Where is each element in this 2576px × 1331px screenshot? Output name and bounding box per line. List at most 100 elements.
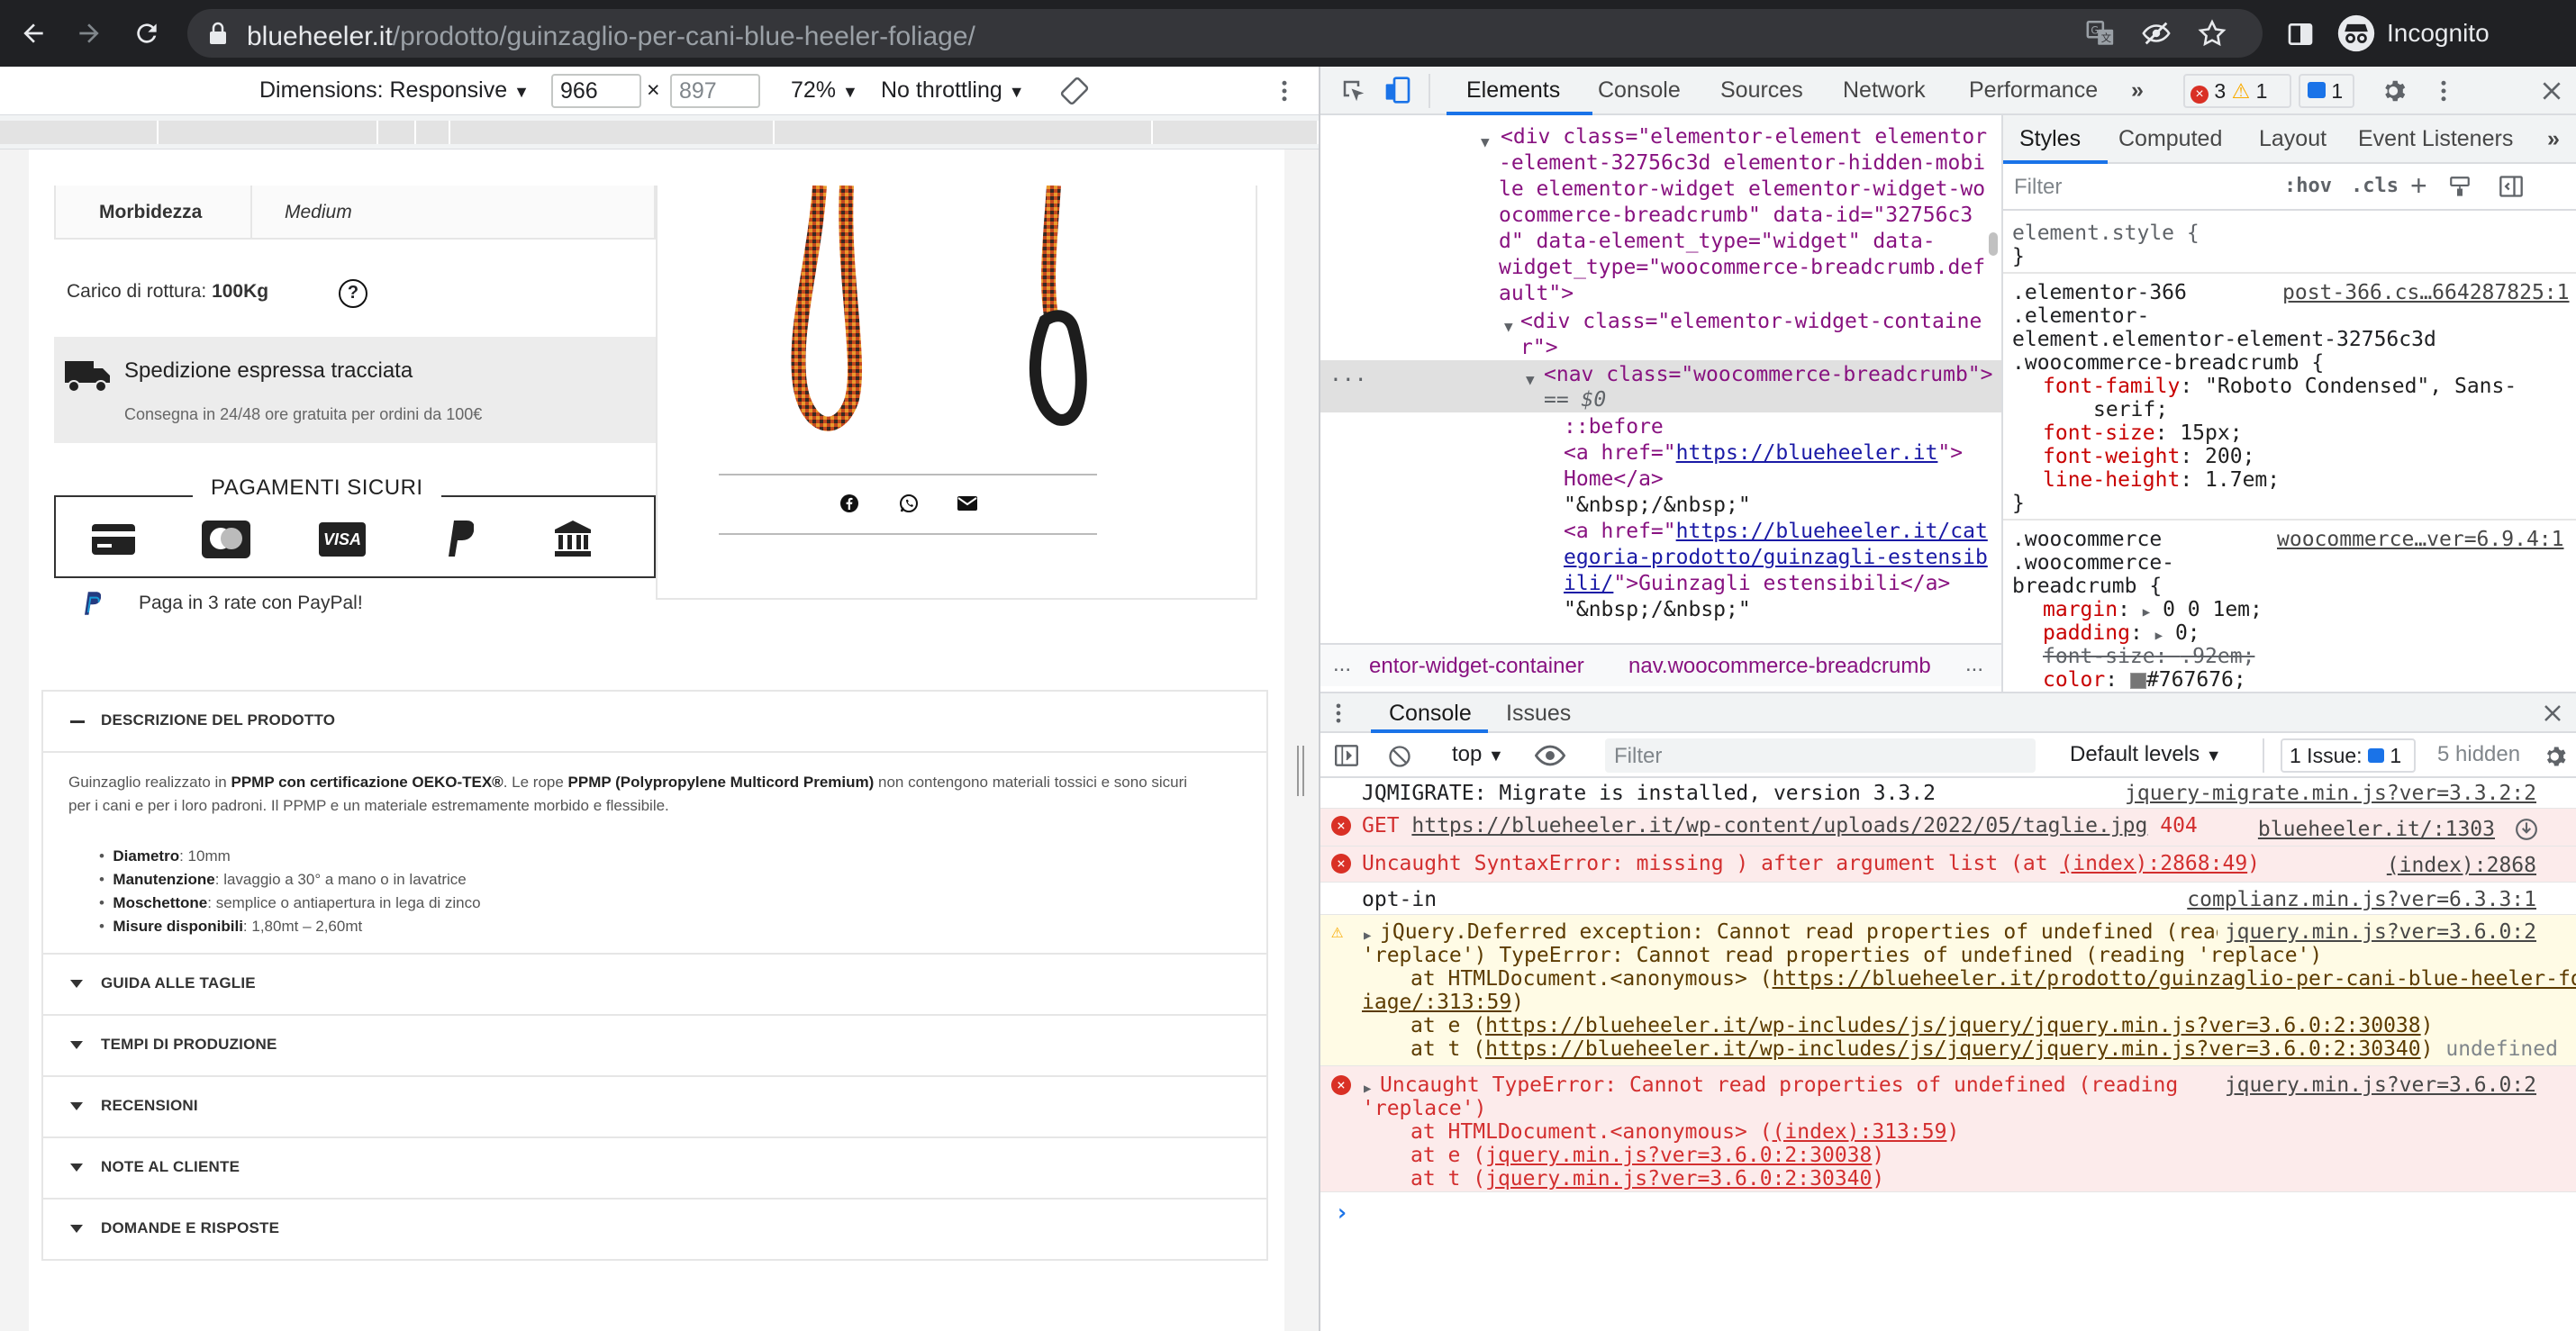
ruler-segment[interactable] — [1153, 121, 1319, 144]
dom-node-text[interactable]: widget_type="woocommerce-breadcrumb.def — [1499, 255, 1985, 281]
console-log-message[interactable]: opt-in complianz.min.js?ver=6.3.3:1 — [1320, 883, 2576, 915]
rule-selector[interactable]: element.elementor-element-32756c3d — [2012, 328, 2436, 351]
description-header[interactable]: DESCRIZIONE DEL PRODOTTO — [43, 692, 1266, 753]
hov-toggle[interactable]: :hov — [2284, 175, 2332, 197]
console-prompt[interactable]: › — [1335, 1200, 1349, 1227]
tab-layout[interactable]: Layout — [2259, 126, 2327, 152]
dom-node-div[interactable]: <div class="elementor-element elementor — [1501, 124, 1987, 150]
tab-styles[interactable]: Styles — [2019, 126, 2081, 152]
frame-link[interactable]: jquery.min.js?ver=3.6.0:2:30340 — [1485, 1167, 1872, 1191]
paint-brush-icon[interactable] — [2448, 175, 2472, 198]
console-error-message[interactable]: × ▶ Uncaught TypeError: Cannot read prop… — [1320, 1066, 2576, 1192]
toggle-sidebar-icon[interactable] — [2499, 175, 2524, 198]
accordion-reviews[interactable]: RECENSIONI — [41, 1077, 1268, 1138]
dom-node-pseudo[interactable]: ::before — [1564, 414, 1664, 440]
devtools-more-icon[interactable] — [2437, 77, 2450, 104]
rule-selector[interactable]: .elementor-366 — [2012, 281, 2187, 304]
dom-node-anchor-home[interactable]: <a href="https://blueheeler.it"> — [1564, 440, 1963, 466]
accordion-size-guide[interactable]: GUIDA ALLE TAGLIE — [41, 955, 1268, 1016]
styles-filter-input[interactable]: Filter — [2014, 175, 2062, 200]
log-source-link[interactable]: jquery.min.js?ver=3.6.0:2 — [2217, 920, 2536, 944]
style-property-line-height[interactable]: line-height: 1.7em; — [2043, 468, 2280, 492]
rule-selector[interactable]: breadcrumb { — [2012, 575, 2162, 598]
dom-node-div-container[interactable]: <div class="elementor-widget-containe — [1520, 309, 1982, 335]
frame-link[interactable]: https://blueheeler.it/wp-includes/js/jqu… — [1485, 1037, 2421, 1061]
console-settings-gear-icon[interactable] — [2544, 744, 2569, 769]
ruler-segment[interactable] — [159, 121, 378, 144]
side-panel-button[interactable] — [2282, 16, 2318, 52]
node-actions-ellipsis[interactable]: ... — [1329, 362, 1367, 388]
dom-node-text[interactable]: -element-32756c3d elementor-hidden-mobi — [1499, 150, 1985, 177]
width-input[interactable]: 966 — [551, 74, 641, 108]
console-warning-message[interactable]: ⚠ ▶ jQuery.Deferred exception: Cannot re… — [1320, 915, 2576, 1066]
tab-performance[interactable]: Performance — [1969, 77, 2098, 104]
ruler-segment[interactable] — [416, 121, 450, 144]
ruler-segment[interactable] — [0, 121, 159, 144]
address-bar[interactable]: blueheeler.it/prodotto/guinzaglio-per-ca… — [187, 9, 2263, 58]
mail-icon[interactable] — [957, 495, 978, 512]
style-property-font-size[interactable]: font-size: 15px; — [2043, 421, 2243, 445]
style-property-font-size-overridden[interactable]: font-size: .92em; — [2043, 645, 2254, 668]
frame-link[interactable]: (index):313:59 — [1773, 1120, 1947, 1144]
frame-link[interactable]: https://blueheeler.it/wp-includes/js/jqu… — [1485, 1014, 2421, 1037]
dom-node-anchor-category[interactable]: <a href="https://blueheeler.it/cat — [1564, 519, 1988, 545]
log-url-link[interactable]: https://blueheeler.it/wp-content/uploads… — [1411, 814, 2147, 838]
tracking-blocked-button[interactable] — [2138, 15, 2174, 51]
log-levels-dropdown[interactable]: Default levels ▼ — [2070, 742, 2222, 767]
tab-network[interactable]: Network — [1843, 77, 1926, 104]
tab-console[interactable]: Console — [1598, 77, 1681, 104]
rule-selector[interactable]: .woocommerce-breadcrumb { — [2012, 351, 2324, 375]
context-selector[interactable]: top ▼ — [1452, 742, 1504, 767]
style-property-color[interactable]: color: #767676; — [2043, 668, 2246, 692]
rule-selector[interactable]: .woocommerce- — [2012, 551, 2174, 575]
console-filter-input[interactable]: Filter — [1605, 738, 2036, 773]
network-request-icon[interactable] — [2515, 818, 2538, 841]
log-source-link[interactable]: jquery-migrate.min.js?ver=3.3.2:2 — [2125, 782, 2536, 805]
drawer-tab-issues[interactable]: Issues — [1506, 701, 1571, 727]
ruler-segment[interactable] — [378, 121, 416, 144]
height-input[interactable]: 897 — [670, 74, 760, 108]
style-property-padding[interactable]: padding: ▶ 0; — [2043, 621, 2200, 647]
breadcrumb-overflow[interactable]: ... — [1333, 652, 1351, 677]
product-image[interactable] — [656, 186, 1257, 600]
console-log-message[interactable]: JQMIGRATE: Migrate is installed, version… — [1320, 778, 2576, 809]
elements-scrollbar[interactable] — [1989, 232, 1998, 256]
tab-computed[interactable]: Computed — [2118, 126, 2222, 152]
more-tabs-chevron-icon[interactable]: » — [2131, 77, 2144, 104]
incognito-indicator[interactable]: Incognito — [2336, 13, 2490, 54]
frame-link[interactable]: https://blueheeler.it/prodotto/guinzagli… — [1773, 967, 2576, 991]
tab-sources[interactable]: Sources — [1720, 77, 1803, 104]
whatsapp-icon[interactable] — [899, 493, 919, 513]
href-link[interactable]: https://blueheeler.it/cat — [1676, 520, 1988, 543]
dom-node-text[interactable]: Home</a> — [1564, 466, 1664, 493]
clear-console-icon[interactable] — [1387, 744, 1412, 769]
tab-elements[interactable]: Elements — [1466, 77, 1560, 104]
url-text[interactable]: blueheeler.it/prodotto/guinzaglio-per-ca… — [247, 22, 975, 52]
dom-text-node[interactable]: "&nbsp;/&nbsp;" — [1564, 597, 1751, 623]
reload-button[interactable] — [126, 13, 168, 54]
log-url-link[interactable]: (index):2868:49 — [2060, 852, 2247, 875]
rule-selector[interactable]: .elementor- — [2012, 304, 2149, 328]
media-query-ruler[interactable] — [0, 115, 1319, 149]
style-property-font-weight[interactable]: font-weight: 200; — [2043, 445, 2254, 468]
expand-triangle-icon[interactable]: ▼ — [1526, 367, 1535, 393]
forward-button[interactable] — [68, 13, 110, 54]
expand-triangle-icon[interactable]: ▼ — [1504, 313, 1513, 340]
device-toggle-icon[interactable] — [1383, 76, 1412, 104]
tab-event-listeners[interactable]: Event Listeners — [2358, 126, 2513, 152]
add-rule-plus-icon[interactable]: + — [2410, 169, 2427, 203]
dom-node-text[interactable]: r"> — [1520, 335, 1558, 361]
live-expression-eye-icon[interactable] — [1535, 744, 1565, 767]
zoom-dropdown[interactable]: 72% ▼ — [791, 77, 858, 104]
style-property-margin[interactable]: margin: ▶ 0 0 1em; — [2043, 598, 2263, 624]
href-link[interactable]: egoria-prodotto/guinzagli-estensib — [1564, 545, 1988, 571]
issues-counter[interactable]: 1 Issue: 1 — [2281, 738, 2416, 773]
breadcrumb-item[interactable]: entor-widget-container — [1369, 654, 1584, 679]
settings-gear-icon[interactable] — [2381, 77, 2408, 104]
dom-node-text[interactable]: le elementor-widget elementor-widget-wo — [1499, 177, 1985, 203]
dom-node-text[interactable]: ocommerce-breadcrumb" data-id="32756c3 — [1499, 203, 1973, 229]
rule-selector[interactable]: .woocommerce — [2012, 528, 2162, 551]
href-link[interactable]: ili/ — [1564, 572, 1613, 595]
accordion-qa[interactable]: DOMANDE E RISPOSTE — [41, 1200, 1268, 1261]
dom-node-nav[interactable]: <nav class="woocommerce-breadcrumb"> — [1544, 362, 1993, 388]
